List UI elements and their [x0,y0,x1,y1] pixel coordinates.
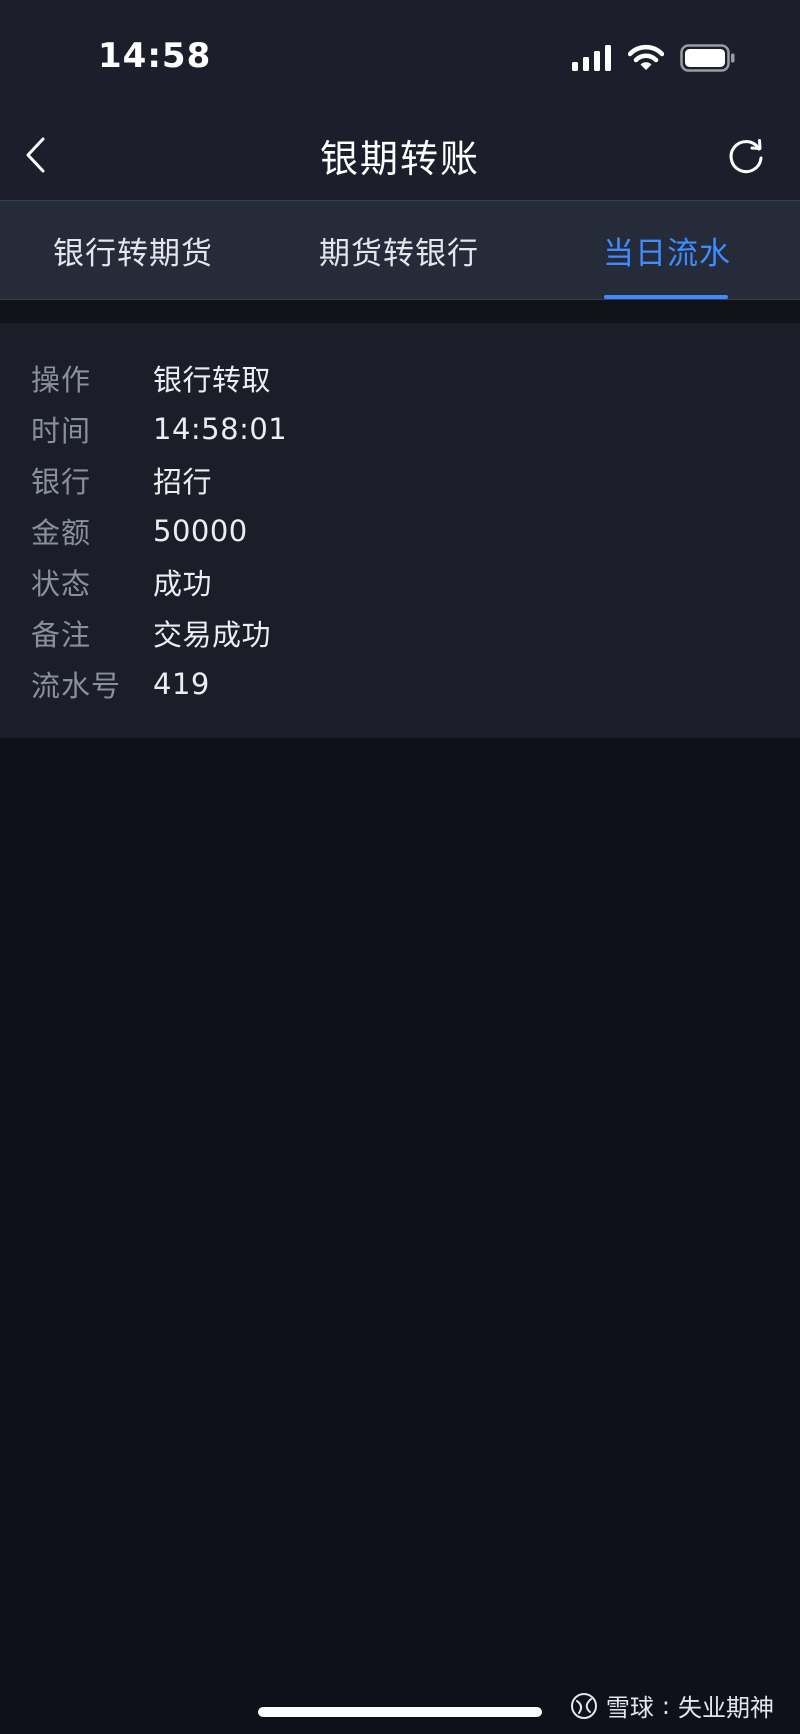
xueqiu-logo-icon [570,1692,597,1719]
tab-daily-flow[interactable]: 当日流水 [560,201,774,299]
record-row-remark: 备注 交易成功 [31,613,271,653]
record-row-time: 时间 14:58:01 [31,409,287,449]
record-value: 银行转取 [153,363,272,397]
record-label: 银行 [31,465,92,499]
active-tab-indicator [604,295,728,299]
refresh-button[interactable] [724,134,768,178]
signal-icon [572,45,612,75]
record-label: 操作 [31,363,92,397]
record-label: 状态 [31,567,92,601]
record-row-serial-number: 流水号 419 [31,664,210,704]
record-label: 时间 [31,414,92,448]
tab-futures-to-bank[interactable]: 期货转银行 [286,201,512,299]
tab-bar: 银行转期货 期货转银行 当日流水 [0,200,800,300]
home-indicator[interactable] [258,1707,542,1717]
record-label: 备注 [31,618,92,652]
transfer-record: 操作 银行转取 时间 14:58:01 银行 招行 金额 50000 状态 成功… [0,323,800,738]
top-header: 14:58 银期转账 [0,0,800,200]
record-value: 419 [153,667,210,701]
status-icons [572,44,736,76]
watermark-separator: : [661,1691,670,1720]
wifi-icon [627,44,665,76]
battery-icon [680,44,736,76]
status-time: 14:58 [98,36,212,76]
record-row-operation: 操作 银行转取 [31,358,271,398]
section-divider [0,300,800,323]
record-value: 14:58:01 [153,412,288,446]
record-label: 流水号 [31,669,122,703]
tab-bank-to-futures[interactable]: 银行转期货 [20,201,246,299]
page-title: 银期转账 [319,137,480,181]
record-value: 成功 [153,567,213,601]
watermark-brand: 雪球 [605,1694,654,1722]
record-row-bank: 银行 招行 [31,460,212,500]
record-value: 交易成功 [153,618,272,652]
record-value: 50000 [153,514,248,548]
watermark: 雪球 : 失业期神 [570,1688,774,1723]
record-label: 金额 [31,516,92,550]
record-value: 招行 [153,465,213,499]
refresh-icon [729,139,763,174]
record-row-status: 状态 成功 [31,562,212,602]
watermark-author: 失业期神 [678,1694,774,1722]
record-row-amount: 金额 50000 [31,511,248,551]
